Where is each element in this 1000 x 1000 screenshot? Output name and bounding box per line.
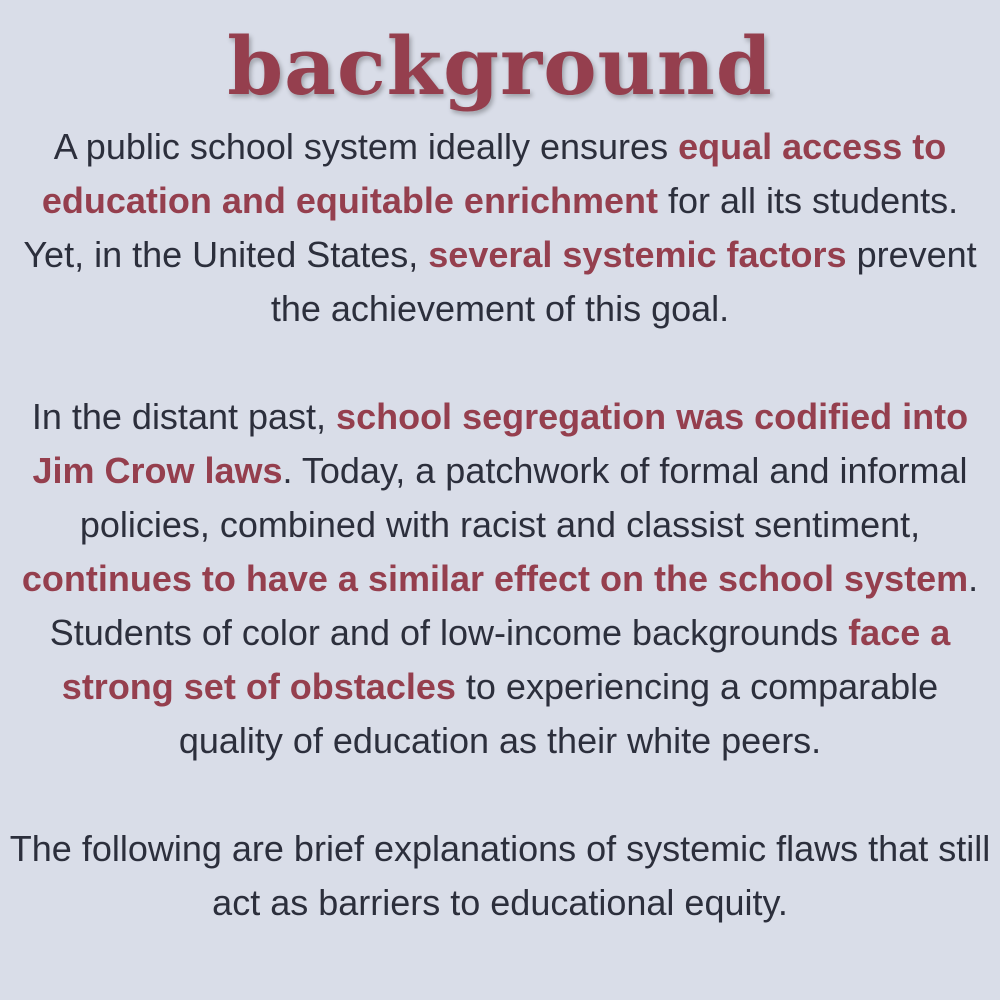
paragraph-history: In the distant past, school segregation … [8, 390, 992, 768]
highlight-phrase: several systemic factors [428, 234, 847, 275]
text-run: A public school system ideally ensures [53, 126, 679, 167]
paragraph-conclusion: The following are brief explanations of … [8, 822, 992, 930]
paragraph-intro: A public school system ideally ensures e… [8, 120, 992, 336]
text-run: In the distant past, [31, 396, 337, 437]
slide: background A public school system ideall… [0, 0, 1000, 1000]
text-run: The following are brief explanations of … [9, 828, 991, 923]
page-title: background [227, 19, 773, 113]
highlight-phrase: continues to have a similar effect on th… [21, 558, 969, 599]
